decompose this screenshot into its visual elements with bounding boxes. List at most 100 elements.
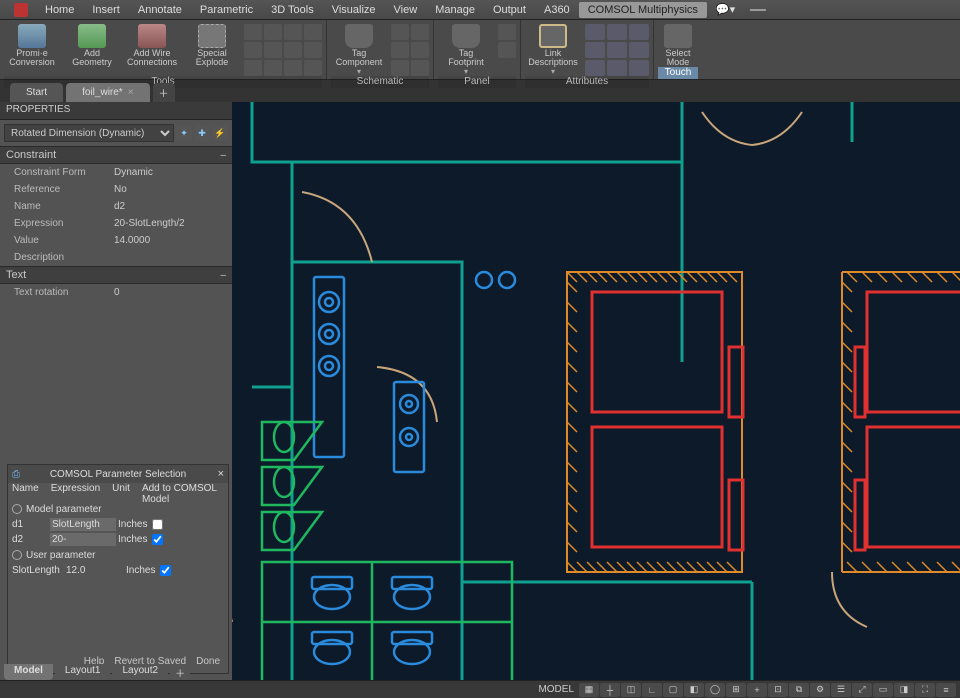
btn-select-mode[interactable]: Select Mode (658, 22, 698, 67)
status-icon[interactable]: + (747, 683, 767, 697)
small-tool-icon[interactable] (498, 42, 516, 58)
small-tool-icon[interactable] (607, 42, 627, 58)
menu-comsol[interactable]: COMSOL Multiphysics (579, 2, 707, 18)
small-tool-icon[interactable] (411, 24, 429, 40)
addset-icon[interactable]: ✚ (194, 125, 210, 141)
btn-add-geometry[interactable]: Add Geometry (64, 22, 120, 67)
small-tool-icon[interactable] (391, 42, 409, 58)
btn-special-explode[interactable]: Special Explode (184, 22, 240, 67)
status-icon[interactable]: ▭ (873, 683, 893, 697)
quick-icon[interactable]: ⚡ (212, 125, 228, 141)
small-tool-icon[interactable] (607, 60, 627, 76)
prop-expression[interactable]: Expression20-SlotLength/2 (0, 215, 232, 232)
tab-add-layout[interactable]: ＋ (170, 664, 190, 680)
small-tool-icon[interactable] (585, 42, 605, 58)
row-d2[interactable]: d220-SlotLength/2Inches (12, 532, 224, 547)
checkbox-add-slotlength[interactable] (160, 565, 171, 576)
small-tool-icon[interactable] (304, 60, 322, 76)
menu-insert[interactable]: Insert (83, 2, 129, 18)
doctab-add[interactable]: ＋ (153, 83, 175, 102)
collapse-icon[interactable]: – (220, 150, 226, 161)
radio-model-parameter[interactable]: Model parameter (12, 501, 224, 517)
btn-tag-footprint[interactable]: Tag Footprint▾ (438, 22, 494, 76)
menu-expand-icon[interactable]: 💬▾ (707, 1, 744, 18)
small-tool-icon[interactable] (264, 24, 282, 40)
prop-name[interactable]: Named2 (0, 198, 232, 215)
status-icon[interactable]: ⚙ (810, 683, 830, 697)
close-icon[interactable]: × (218, 468, 224, 480)
small-tool-icon[interactable] (607, 24, 627, 40)
small-tool-icon[interactable] (585, 60, 605, 76)
prop-reference[interactable]: ReferenceNo (0, 181, 232, 198)
status-icon[interactable]: ☰ (831, 683, 851, 697)
small-tool-icon[interactable] (391, 24, 409, 40)
prop-text-rotation[interactable]: Text rotation0 (0, 284, 232, 301)
menu-home[interactable]: Home (36, 2, 83, 18)
small-tool-icon[interactable] (391, 60, 409, 76)
status-icon[interactable]: ▢ (663, 683, 683, 697)
status-icon[interactable]: ∟ (642, 683, 662, 697)
status-icon[interactable]: ◫ (621, 683, 641, 697)
tab-layout1[interactable]: Layout1 (55, 664, 111, 680)
small-tool-icon[interactable] (629, 60, 649, 76)
menu-annotate[interactable]: Annotate (129, 2, 191, 18)
btn-tag-component[interactable]: Tag Component▾ (331, 22, 387, 76)
collapse-icon[interactable]: – (220, 270, 226, 281)
small-tool-icon[interactable] (411, 60, 429, 76)
menu-a360[interactable]: A360 (535, 2, 579, 18)
doctab-foil-wire[interactable]: foil_wire*× (66, 83, 149, 102)
small-tool-icon[interactable] (264, 42, 282, 58)
status-icon[interactable]: ≡ (936, 683, 956, 697)
pin-icon[interactable]: ⎙ (12, 469, 20, 480)
palette-title-bar[interactable]: ⎙ COMSOL Parameter Selection × (8, 465, 228, 483)
small-tool-icon[interactable] (244, 60, 262, 76)
section-text[interactable]: Text– (0, 266, 232, 284)
menu-visualize[interactable]: Visualize (323, 2, 385, 18)
small-tool-icon[interactable] (304, 42, 322, 58)
small-tool-icon[interactable] (629, 24, 649, 40)
doctab-start[interactable]: Start (10, 83, 63, 102)
checkbox-add-d1[interactable] (152, 519, 163, 530)
menu-output[interactable]: Output (484, 2, 535, 18)
small-tool-icon[interactable] (585, 24, 605, 40)
menu-minimize-icon[interactable] (750, 9, 766, 11)
status-icon[interactable]: ⤢ (852, 683, 872, 697)
menu-manage[interactable]: Manage (426, 2, 484, 18)
menu-parametric[interactable]: Parametric (191, 2, 262, 18)
tab-model[interactable]: Model (4, 664, 53, 680)
small-tool-icon[interactable] (284, 42, 302, 58)
tab-layout2[interactable]: Layout2 (112, 664, 168, 680)
filter-icon[interactable]: ✦ (176, 125, 192, 141)
prop-constraint-form[interactable]: Constraint FormDynamic (0, 164, 232, 181)
small-tool-icon[interactable] (244, 24, 262, 40)
prop-value[interactable]: Value14.0000 (0, 232, 232, 249)
drawing-canvas[interactable] (232, 102, 960, 680)
status-icon[interactable]: ▦ (579, 683, 599, 697)
small-tool-icon[interactable] (629, 42, 649, 58)
status-icon[interactable]: ⧉ (789, 683, 809, 697)
row-d1[interactable]: d1SlotLengthInches (12, 517, 224, 532)
checkbox-add-d2[interactable] (152, 534, 163, 545)
prop-description[interactable]: Description (0, 249, 232, 266)
small-tool-icon[interactable] (264, 60, 282, 76)
status-icon[interactable]: ◨ (894, 683, 914, 697)
section-constraint[interactable]: Constraint– (0, 146, 232, 164)
comsol-parameter-palette[interactable]: ⎙ COMSOL Parameter Selection × Name Expr… (7, 464, 229, 674)
status-icon[interactable]: ⊡ (768, 683, 788, 697)
small-tool-icon[interactable] (498, 24, 516, 40)
row-slotlength[interactable]: SlotLength12.0Inches (12, 563, 224, 578)
object-selector[interactable]: Rotated Dimension (Dynamic) (4, 124, 174, 142)
status-icon[interactable]: ┼ (600, 683, 620, 697)
small-tool-icon[interactable] (284, 24, 302, 40)
btn-promise-conversion[interactable]: Promi·e Conversion (4, 22, 60, 67)
small-tool-icon[interactable] (284, 60, 302, 76)
btn-link-descriptions[interactable]: Link Descriptions▾ (525, 22, 581, 76)
status-icon[interactable]: ◯ (705, 683, 725, 697)
status-icon[interactable]: ⛶ (915, 683, 935, 697)
menu-view[interactable]: View (385, 2, 427, 18)
status-icon[interactable]: ⊞ (726, 683, 746, 697)
status-icon[interactable]: ◧ (684, 683, 704, 697)
close-icon[interactable]: × (128, 87, 134, 98)
radio-user-parameter[interactable]: User parameter (12, 547, 224, 563)
small-tool-icon[interactable] (244, 42, 262, 58)
